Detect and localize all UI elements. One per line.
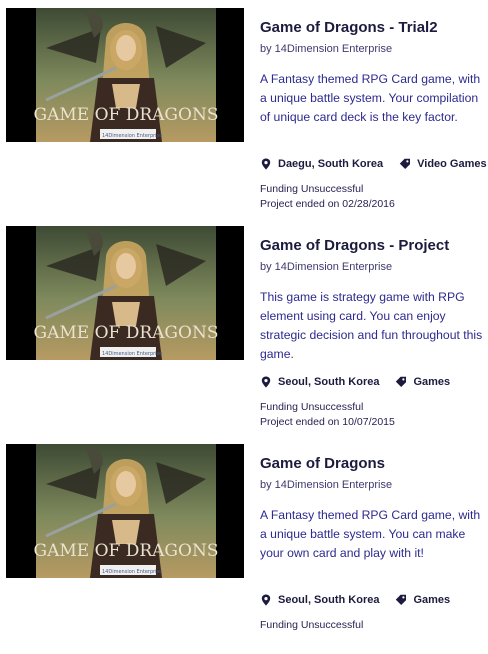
project-thumbnail[interactable]: GAME OF DRAGONS 14Dimension Enterprise xyxy=(6,226,244,360)
map-pin-icon xyxy=(260,158,272,170)
project-card[interactable]: GAME OF DRAGONS 14Dimension Enterprise G… xyxy=(0,0,488,218)
funding-status: Funding Unsuccessful xyxy=(260,619,364,631)
project-card[interactable]: GAME OF DRAGONS 14Dimension Enterprise G… xyxy=(0,436,488,654)
image-logo-text: GAME OF DRAGONS xyxy=(34,105,219,125)
project-title[interactable]: Game of Dragons - Trial2 xyxy=(260,18,484,38)
project-end-date: Project ended on 02/28/2016 xyxy=(260,198,395,210)
project-title[interactable]: Game of Dragons xyxy=(260,454,484,474)
project-blurb: This game is strategy game with RPG elem… xyxy=(260,290,483,361)
project-location[interactable]: Seoul, South Korea xyxy=(278,376,379,388)
project-blurb: A Fantasy themed RPG Card game, with a u… xyxy=(260,508,481,560)
tag-icon xyxy=(399,158,411,170)
project-end-date: Project ended on 10/07/2015 xyxy=(260,416,395,428)
project-meta: Daegu, South Korea Video Games xyxy=(260,158,487,170)
project-card[interactable]: GAME OF DRAGONS 14Dimension Enterprise G… xyxy=(0,218,488,436)
funding-status: Funding Unsuccessful xyxy=(260,401,364,413)
project-location[interactable]: Daegu, South Korea xyxy=(278,158,383,170)
tag-icon xyxy=(395,594,407,606)
project-meta: Seoul, South Korea Games xyxy=(260,376,484,388)
project-thumbnail[interactable]: GAME OF DRAGONS 14Dimension Enterprise xyxy=(6,444,244,578)
image-logo-text: GAME OF DRAGONS xyxy=(34,541,219,561)
image-badge-text: 14Dimension Enterprise xyxy=(102,351,162,357)
map-pin-icon xyxy=(260,376,272,388)
project-category[interactable]: Games xyxy=(413,594,450,606)
image-logo-text: GAME OF DRAGONS xyxy=(34,323,219,343)
project-creator[interactable]: by 14Dimension Enterprise xyxy=(260,42,484,56)
project-title[interactable]: Game of Dragons - Project xyxy=(260,236,484,256)
project-category[interactable]: Video Games xyxy=(417,158,487,170)
image-badge-text: 14Dimension Enterprise xyxy=(102,569,162,575)
project-creator[interactable]: by 14Dimension Enterprise xyxy=(260,478,484,492)
project-thumbnail[interactable]: GAME OF DRAGONS 14Dimension Enterprise xyxy=(6,8,244,142)
funding-status: Funding Unsuccessful xyxy=(260,183,364,195)
project-category[interactable]: Games xyxy=(413,376,450,388)
image-badge-text: 14Dimension Enterprise xyxy=(102,133,162,139)
map-pin-icon xyxy=(260,594,272,606)
project-meta: Seoul, South Korea Games xyxy=(260,594,484,606)
project-location[interactable]: Seoul, South Korea xyxy=(278,594,379,606)
tag-icon xyxy=(395,376,407,388)
project-creator[interactable]: by 14Dimension Enterprise xyxy=(260,260,484,274)
project-blurb: A Fantasy themed RPG Card game, with a u… xyxy=(260,72,481,124)
